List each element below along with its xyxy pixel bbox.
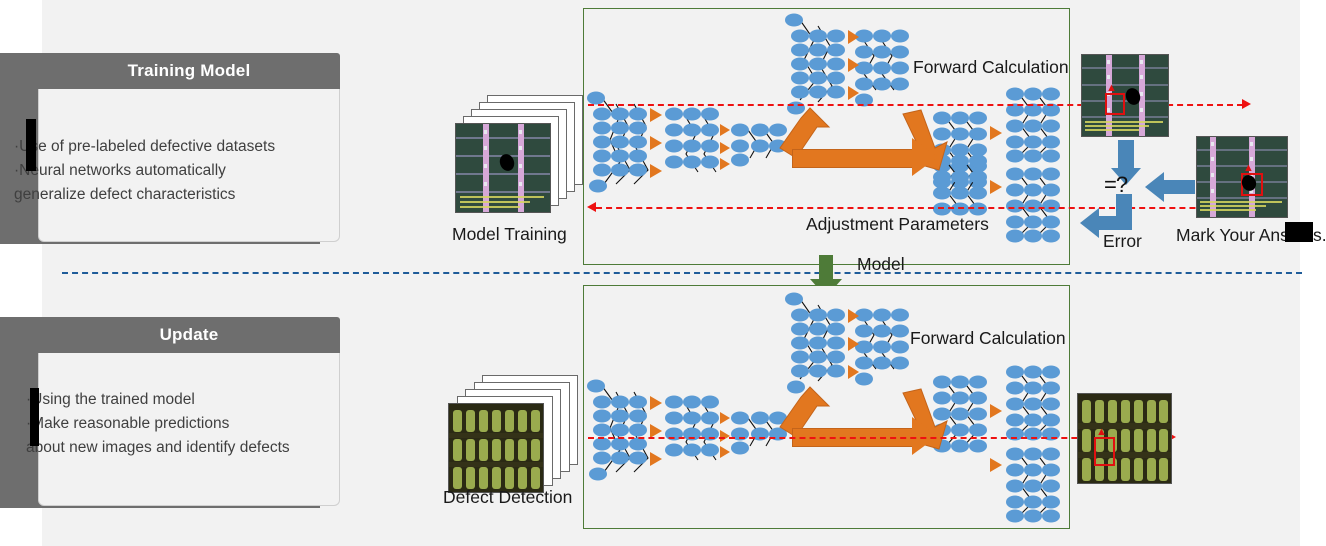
defect-marker-box [1105,93,1125,115]
ground-truth-image: ▲ [1196,136,1288,218]
arrow-left-blue [1145,172,1195,202]
label-answer-suffix: s. [1313,225,1326,245]
bullet-item: ·Make reasonable predictions [26,415,230,432]
prediction-image: ▲ [1081,54,1169,137]
diagram-canvas: Training Model ·Use of pre-labeled defec… [0,0,1326,546]
bullet-item: ·Neural networks automatically [14,162,226,179]
hidden-network-bottom [785,292,909,394]
detection-result-image: ▲ [1077,393,1172,484]
output-network-top-upper [1006,87,1060,163]
flow-triangles-bottom [990,404,1002,472]
backward-flow-line-top [596,207,1286,209]
bullet-item: about new images and identify defects [26,439,290,456]
panel-bullets-training: ·Use of pre-labeled defective datasets ·… [14,135,275,207]
defect-marker-box [1094,437,1115,466]
label-mark-your-answers: Mark Your Answ [1176,225,1302,245]
label-error: Error [1103,231,1142,251]
model-arrow-shaft [819,255,833,281]
flow-triangles-top [990,126,1002,194]
arrow-right-orange-bottom [792,417,942,455]
panel-training-model: Training Model ·Use of pre-labeled defec… [0,53,340,244]
encoder-network-bottom [587,379,787,481]
label-adjustment-parameters: Adjustment Parameters [806,214,989,234]
encoder-network-top [587,91,787,193]
bullet-item: generalize defect characteristics [14,186,236,203]
bullet-item: ·Use of pre-labeled defective datasets [14,138,276,155]
panel-bullets-update: ·Using the trained model ·Make reasonabl… [26,388,290,460]
redaction-bar [30,388,39,446]
forward-flow-arrowhead-top [1242,99,1251,109]
arrow-right-orange-top [792,138,942,176]
label-forward-calculation-top: Forward Calculation [913,57,1069,77]
pcb-image-detection [448,403,544,493]
redaction-bar [1285,222,1313,242]
label-defect-detection: Defect Detection [443,487,573,507]
model-training-image-stack [455,95,583,215]
backward-flow-arrowhead-top [587,202,596,212]
panel-update: Update ·Using the trained model ·Make re… [0,317,340,508]
wafer-image-training [455,123,551,213]
label-model-training: Model Training [452,224,567,244]
panel-title-update: Update [38,317,340,353]
label-model: Model [857,254,905,274]
redaction-bar [26,119,36,171]
bullet-item: ·Using the trained model [26,391,195,408]
defect-detection-image-stack [448,375,578,495]
section-divider [62,272,1302,274]
panel-title-training: Training Model [38,53,340,89]
label-forward-calculation-bottom: Forward Calculation [910,328,1066,348]
output-network-bottom-lower [1006,447,1060,523]
output-network-bottom-upper [1006,365,1060,441]
